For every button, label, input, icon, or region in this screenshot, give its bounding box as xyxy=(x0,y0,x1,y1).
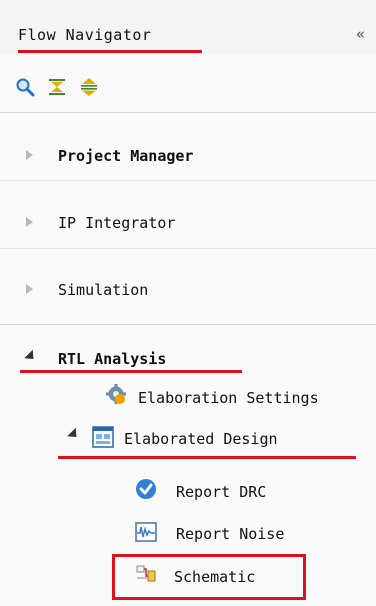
collapse-panel-button[interactable]: « xyxy=(356,25,365,43)
section-label: Simulation xyxy=(58,281,149,299)
collapse-arrow-icon[interactable] xyxy=(67,427,81,442)
expand-arrow-icon[interactable] xyxy=(26,284,33,294)
waveform-icon xyxy=(135,521,157,543)
expand-all-icon[interactable] xyxy=(78,76,100,98)
expand-arrow-icon[interactable] xyxy=(26,150,33,160)
collapse-all-icon[interactable] xyxy=(46,76,68,98)
section-label: Project Manager xyxy=(58,147,194,165)
check-circle-icon xyxy=(135,478,157,500)
item-label: Report DRC xyxy=(176,483,267,501)
rtl-highlight-underline xyxy=(20,370,242,373)
item-label: Report Noise xyxy=(176,525,285,543)
expand-arrow-icon[interactable] xyxy=(26,217,33,227)
item-label: Elaborated Design xyxy=(124,430,278,448)
section-divider xyxy=(0,324,376,325)
item-label: Elaboration Settings xyxy=(138,389,319,407)
section-label: IP Integrator xyxy=(58,214,176,232)
gear-icon xyxy=(105,383,127,405)
flow-navigator-panel: Flow Navigator « Project Manager IP Inte… xyxy=(0,0,376,606)
elaborated-design-underline xyxy=(58,456,356,459)
schematic-highlight-box xyxy=(112,554,306,600)
section-divider xyxy=(0,248,376,249)
design-window-icon xyxy=(92,426,114,448)
section-divider xyxy=(0,180,376,181)
collapse-arrow-icon[interactable] xyxy=(24,349,38,364)
navigator-toolbar xyxy=(14,74,100,100)
section-label: RTL Analysis xyxy=(58,350,167,368)
toolbar-divider xyxy=(0,112,376,113)
search-icon[interactable] xyxy=(14,76,36,98)
panel-header: Flow Navigator « xyxy=(0,0,376,54)
panel-title: Flow Navigator xyxy=(18,26,152,44)
title-highlight-underline xyxy=(18,50,202,53)
